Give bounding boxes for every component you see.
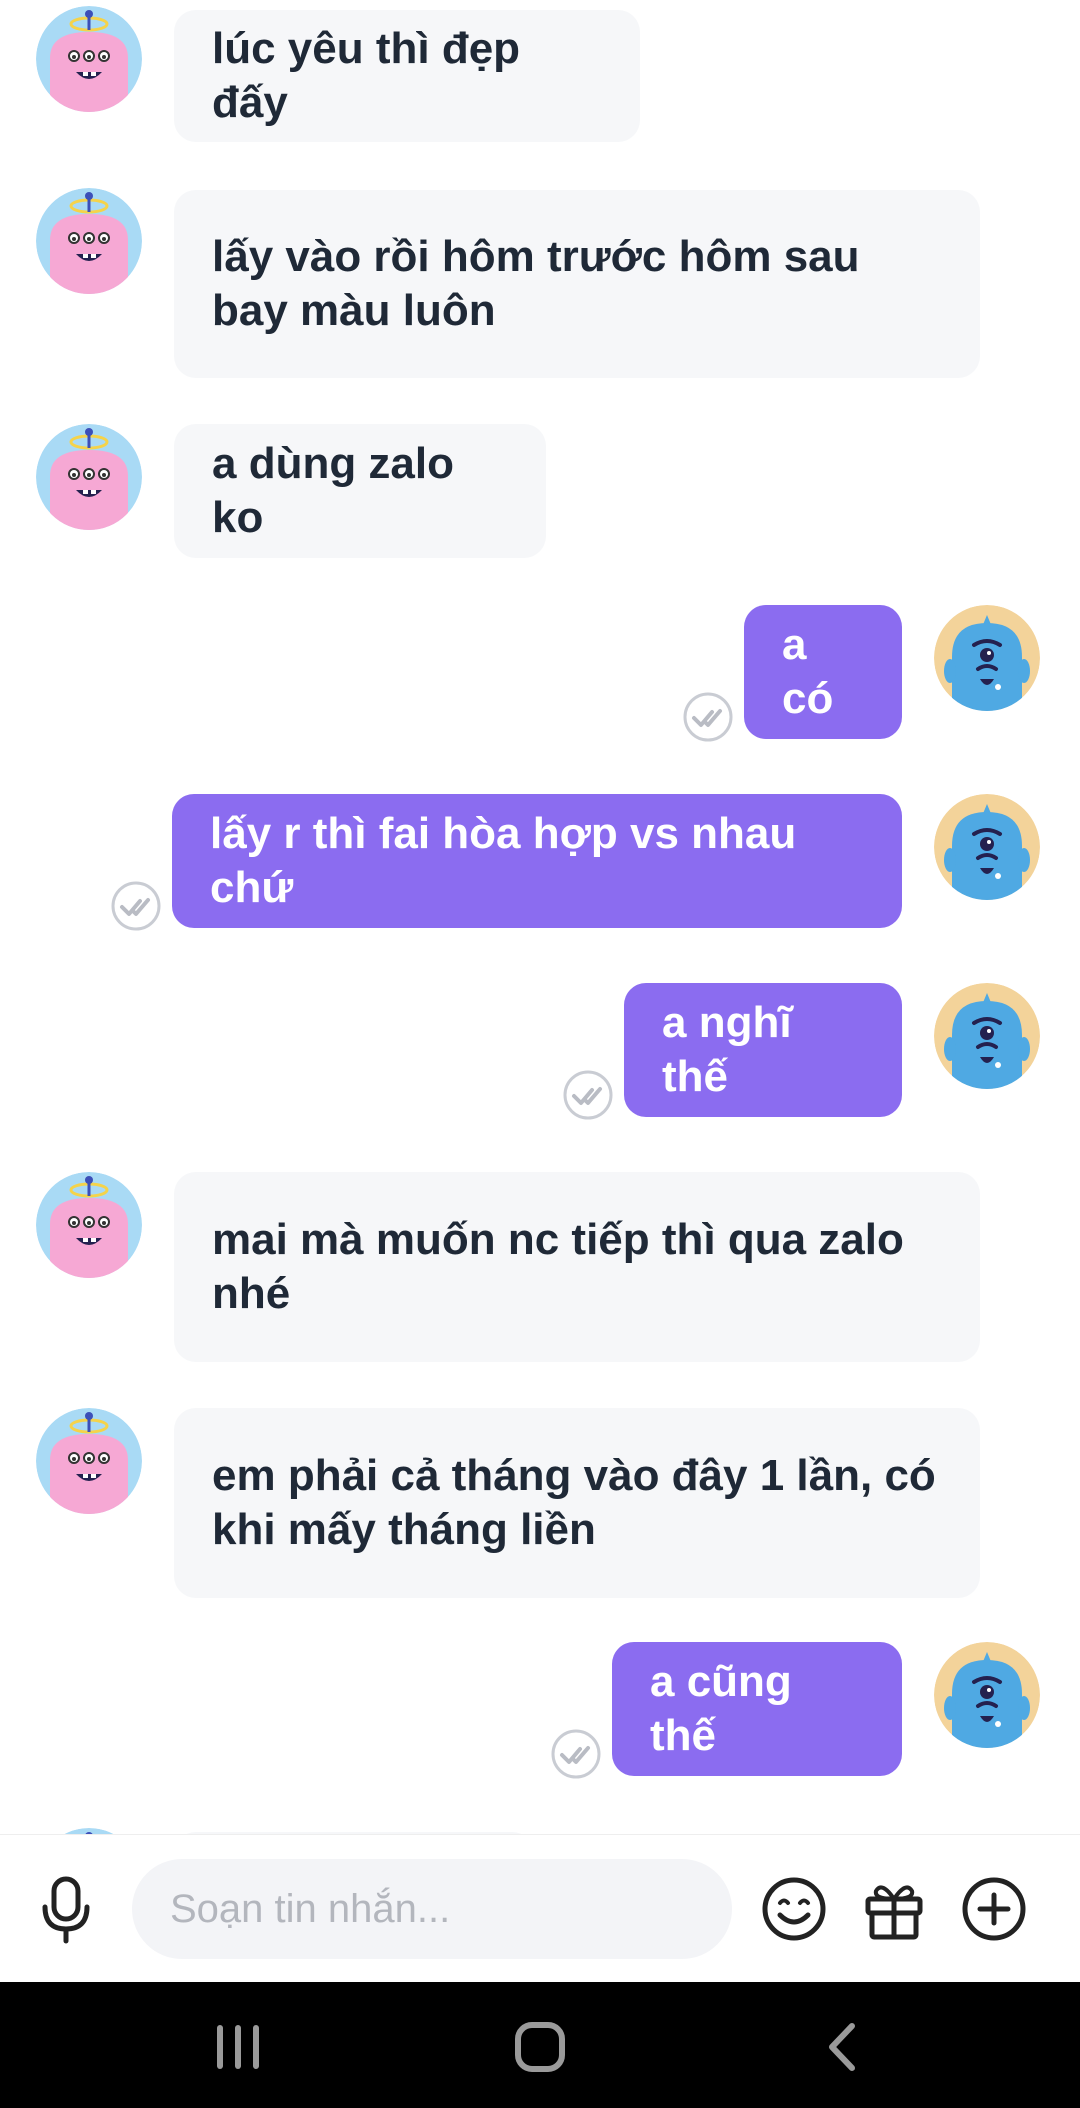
- monster-avatar-blue: [934, 983, 1040, 1089]
- message-row-outgoing: lấy r thì fai hòa hợp vs nhau chứ: [0, 794, 1080, 932]
- message-bubble-incoming[interactable]: a dùng zalo ko: [174, 424, 546, 558]
- plus-icon[interactable]: [960, 1875, 1028, 1943]
- message-row-incoming: lúc yêu thì đẹp đấy: [0, 6, 1080, 142]
- monster-avatar-blue: [934, 1642, 1040, 1748]
- gift-icon[interactable]: [860, 1875, 928, 1943]
- message-bubble-incoming[interactable]: mai mà muốn nc tiếp thì qua zalo nhé: [174, 1172, 980, 1362]
- message-input[interactable]: Soạn tin nhắn...: [132, 1859, 732, 1959]
- message-bubble-incoming[interactable]: em phải cả tháng vào đây 1 lần, có khi m…: [174, 1408, 980, 1598]
- contact-avatar[interactable]: [36, 6, 142, 112]
- emoji-icon[interactable]: [760, 1875, 828, 1943]
- message-composer: Soạn tin nhắn...: [0, 1834, 1080, 1983]
- monster-avatar-pink: [36, 1172, 142, 1278]
- message-bubble-outgoing[interactable]: a nghĩ thế: [624, 983, 902, 1117]
- seen-check-icon: [562, 1069, 614, 1121]
- seen-check-icon: [682, 691, 734, 743]
- monster-avatar-blue: [934, 794, 1040, 900]
- monster-avatar-pink: [36, 6, 142, 112]
- back-icon[interactable]: [814, 2020, 874, 2074]
- message-bubble-outgoing[interactable]: lấy r thì fai hòa hợp vs nhau chứ: [172, 794, 902, 928]
- contact-avatar[interactable]: [36, 1172, 142, 1278]
- message-bubble-incoming[interactable]: lấy vào rồi hôm trước hôm sau bay màu lu…: [174, 190, 980, 378]
- message-bubble-outgoing[interactable]: a có: [744, 605, 902, 739]
- monster-avatar-blue: [934, 605, 1040, 711]
- user-avatar[interactable]: [934, 983, 1040, 1089]
- message-bubble-incoming[interactable]: lúc yêu thì đẹp đấy: [174, 10, 640, 142]
- system-navigation-bar: [0, 1982, 1080, 2108]
- mic-icon[interactable]: [36, 1875, 96, 1945]
- home-icon[interactable]: [510, 2020, 570, 2074]
- monster-avatar-pink: [36, 424, 142, 530]
- message-row-outgoing: a có: [0, 605, 1080, 743]
- message-row-incoming: mai mà muốn nc tiếp thì qua zalo nhé: [0, 1172, 1080, 1362]
- message-row-outgoing: a nghĩ thế: [0, 983, 1080, 1121]
- contact-avatar[interactable]: [36, 1408, 142, 1514]
- message-row-incoming: a dùng zalo ko: [0, 424, 1080, 560]
- user-avatar[interactable]: [934, 1642, 1040, 1748]
- contact-avatar[interactable]: [36, 424, 142, 530]
- message-list[interactable]: lúc yêu thì đẹp đấy lấy vào rồi hôm trướ…: [0, 0, 1080, 1834]
- contact-avatar[interactable]: [36, 188, 142, 294]
- user-avatar[interactable]: [934, 605, 1040, 711]
- monster-avatar-pink: [36, 1408, 142, 1514]
- message-bubble-outgoing[interactable]: a cũng thế: [612, 1642, 902, 1776]
- user-avatar[interactable]: [934, 794, 1040, 900]
- seen-check-icon: [110, 880, 162, 932]
- message-row-incoming: em phải cả tháng vào đây 1 lần, có khi m…: [0, 1408, 1080, 1598]
- monster-avatar-pink: [36, 188, 142, 294]
- recent-apps-icon[interactable]: [208, 2020, 268, 2074]
- message-row-incoming: lấy vào rồi hôm trước hôm sau bay màu lu…: [0, 188, 1080, 378]
- seen-check-icon: [550, 1728, 602, 1780]
- message-row-outgoing: a cũng thế: [0, 1642, 1080, 1780]
